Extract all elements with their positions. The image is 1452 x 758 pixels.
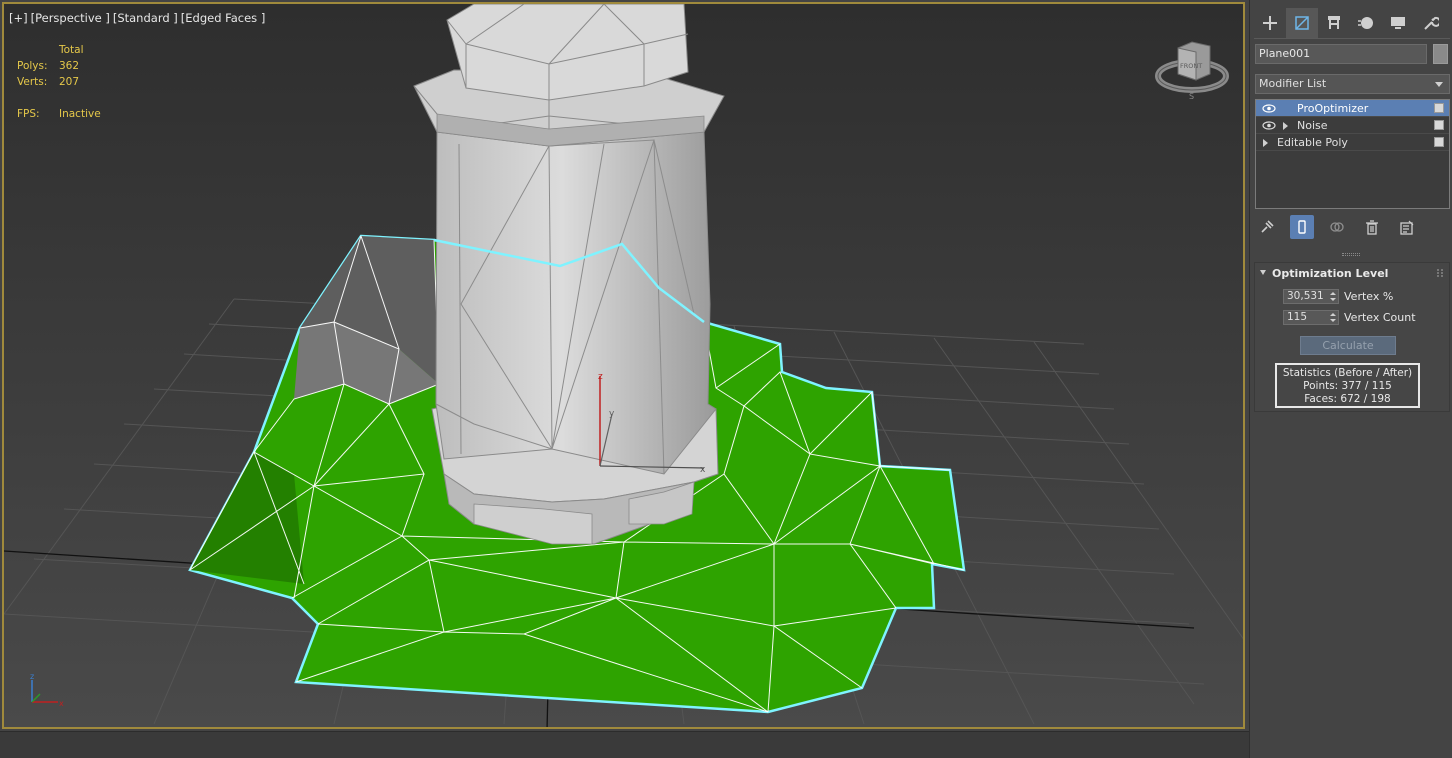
gizmo-x-label: x [700,465,706,475]
pin-stack-icon [1261,220,1274,233]
vertex-percent-spinner[interactable]: 30,531 [1283,288,1339,304]
stack-item-toggle[interactable] [1434,137,1444,147]
command-panel: Plane001 Modifier List ProOptimizer Nois… [1249,0,1452,758]
utilities-icon [1424,16,1439,30]
viewcube[interactable]: FRONT S [1152,34,1232,104]
stack-item-label: Noise [1297,119,1328,132]
stack-item-prooptimizer[interactable]: ProOptimizer [1256,100,1449,117]
tab-create[interactable] [1254,8,1286,38]
vertex-percent-value: 30,531 [1287,289,1324,302]
spinner-down-icon[interactable] [1330,297,1336,301]
viewport-shading-standard-menu[interactable]: [Standard ] [113,11,178,25]
vertex-count-row: 115 Vertex Count [1283,309,1416,325]
perspective-viewport[interactable]: z y x [+] [Perspective ] [Standard ] [Edged… [2,2,1245,729]
create-icon [1263,16,1277,30]
stats-total-header: Total [59,44,84,56]
stats-polys-label: Polys: [17,60,48,72]
tab-motion[interactable] [1350,8,1382,38]
vertex-count-spinner[interactable]: 115 [1283,309,1339,325]
rollout-title: Optimization Level [1272,267,1389,280]
viewcube-face-label: FRONT [1180,62,1202,70]
modify-icon [1295,16,1309,30]
object-color-swatch[interactable] [1433,44,1448,64]
tab-hierarchy[interactable] [1318,8,1350,38]
calculate-button[interactable]: Calculate [1300,336,1396,355]
make-unique-button[interactable] [1325,215,1349,239]
remove-modifier-button[interactable] [1360,215,1384,239]
spinner-up-icon[interactable] [1330,312,1336,316]
rollout-header[interactable]: Optimization Level [1260,267,1388,280]
object-name-field[interactable]: Plane001 [1255,44,1427,64]
configure-modifier-sets-button[interactable] [1395,215,1419,239]
axis-tripod-icon: z x [22,672,72,712]
hierarchy-icon [1328,16,1340,29]
motion-icon [1358,17,1373,29]
stack-item-label: ProOptimizer [1297,102,1369,115]
optimization-level-rollout: Optimization Level 30,531 Vertex % 115 V… [1254,262,1450,412]
modifier-list-label: Modifier List [1259,77,1327,90]
tower-object [413,4,725,545]
stack-item-editable-poly[interactable]: Editable Poly [1256,134,1449,151]
stack-toolbar [1255,214,1450,240]
make-unique-icon [1330,222,1344,232]
configure-modifier-sets-icon [1400,220,1414,235]
viewport-label-menu[interactable]: [+] [Perspective ] [Standard ] [Edged Faces… [9,11,268,25]
stack-item-label: Editable Poly [1277,136,1348,149]
spinner-down-icon[interactable] [1330,318,1336,322]
status-bar [0,731,1452,758]
expand-arrow-icon[interactable] [1263,139,1268,147]
gizmo-z-label: z [598,372,603,382]
statistics-box: Statistics (Before / After) Points: 377 … [1275,363,1420,408]
statistics-points: Points: 377 / 115 [1303,380,1392,392]
spinner-up-icon[interactable] [1330,291,1336,295]
collapse-arrow-icon [1260,270,1266,275]
statistics-faces: Faces: 672 / 198 [1304,393,1391,405]
svg-text:z: z [30,672,34,681]
stack-item-toggle[interactable] [1434,103,1444,113]
modifier-stack[interactable]: ProOptimizer Noise Editable Poly [1255,99,1450,209]
eye-icon[interactable] [1262,121,1276,130]
stats-polys-value: 362 [59,60,80,72]
svg-text:x: x [59,699,64,708]
stack-item-toggle[interactable] [1434,120,1444,130]
eye-icon[interactable] [1262,104,1276,113]
command-panel-tabs [1254,8,1450,38]
chevron-down-icon [1435,82,1443,87]
expand-arrow-icon[interactable] [1283,122,1288,130]
stats-fps-value: Inactive [59,108,101,120]
panel-resize-grip[interactable] [1342,253,1360,256]
viewport-pov-menu[interactable]: [Perspective ] [31,11,110,25]
show-end-result-button[interactable] [1290,215,1314,239]
show-end-result-icon [1298,220,1306,234]
scene-render[interactable]: z y x [4,4,1245,729]
stats-fps-label: FPS: [17,108,40,120]
viewport-statistics: Total Polys: 362 Verts: 207 FPS: Inactive [17,42,119,122]
gizmo-y-label: y [609,409,615,419]
tab-display[interactable] [1382,8,1414,38]
remove-modifier-icon [1366,219,1378,235]
vertex-count-label: Vertex Count [1344,310,1416,324]
viewport-general-menu[interactable]: [+] [9,11,28,25]
stats-verts-label: Verts: [17,76,48,88]
tab-modify[interactable] [1286,8,1318,38]
vertex-percent-row: 30,531 Vertex % [1283,288,1393,304]
svg-text:S: S [1189,92,1194,101]
statistics-title: Statistics (Before / After) [1282,367,1413,379]
vertex-percent-label: Vertex % [1344,289,1394,303]
stats-verts-value: 207 [59,76,80,88]
rollout-grip-icon[interactable] [1437,269,1443,277]
display-icon [1391,17,1405,29]
vertex-count-value: 115 [1287,310,1308,323]
viewport-display-menu[interactable]: [Edged Faces ] [181,11,266,25]
pin-stack-button[interactable] [1255,215,1279,239]
stack-item-noise[interactable]: Noise [1256,117,1449,134]
modifier-list-dropdown[interactable]: Modifier List [1255,74,1450,94]
tab-utilities[interactable] [1414,8,1446,38]
